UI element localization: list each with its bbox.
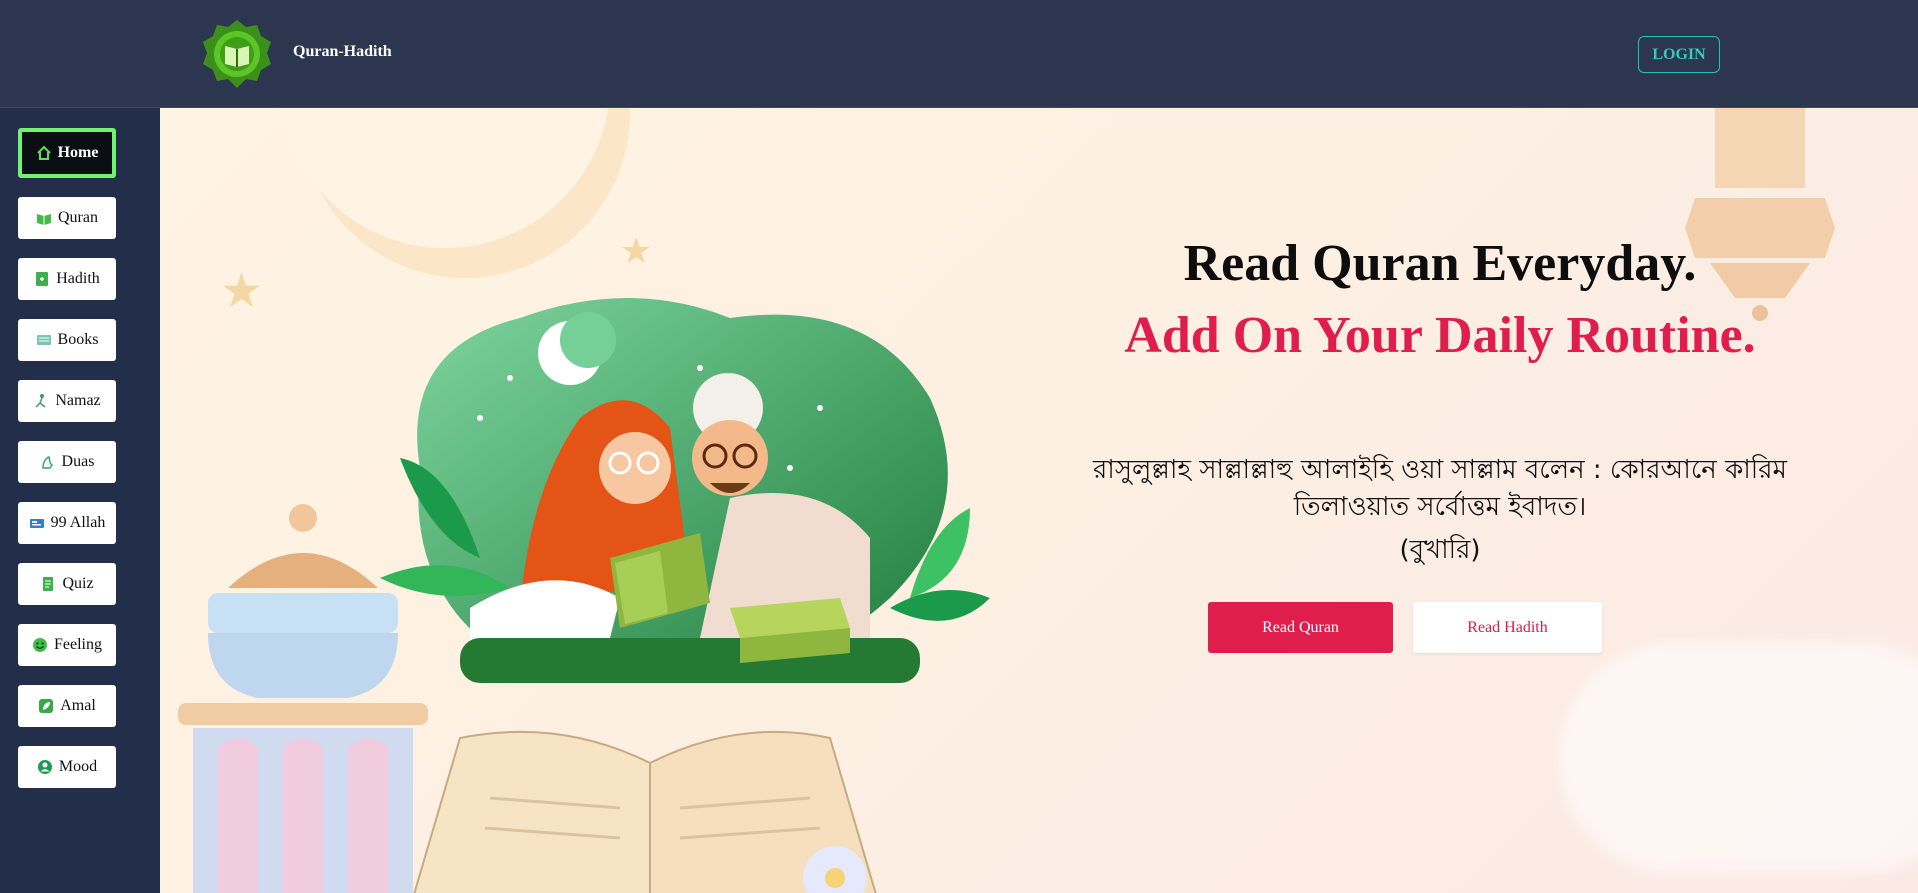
hadith-book-icon xyxy=(36,272,49,286)
sidebar-item-home[interactable]: Home xyxy=(18,128,116,178)
sidebar-item-hadith[interactable]: Hadith xyxy=(18,258,116,300)
top-header: Quran-Hadith LOGIN xyxy=(0,0,1918,108)
read-quran-button[interactable]: Read Quran xyxy=(1208,602,1393,653)
sidebar-item-mood[interactable]: Mood xyxy=(18,746,116,788)
brand-name[interactable]: Quran-Hadith xyxy=(293,43,392,61)
sidebar-item-99-allah[interactable]: 99 Allah xyxy=(18,502,116,544)
sidebar-item-label: Books xyxy=(57,331,99,348)
lantern-decoration xyxy=(1685,108,1835,321)
home-icon xyxy=(36,145,51,160)
sidebar-item-label: 99 Allah xyxy=(50,514,106,531)
sidebar-item-namaz[interactable]: Namaz xyxy=(18,380,116,422)
sidebar-item-label: Namaz xyxy=(55,392,101,409)
books-icon xyxy=(36,335,51,345)
sidebar-item-books[interactable]: Books xyxy=(18,319,116,361)
open-book-decoration xyxy=(413,730,877,893)
user-circle-icon xyxy=(37,760,52,774)
sidebar-item-label: Duas xyxy=(61,453,95,470)
hadith-source: (বুখারি) xyxy=(1399,535,1481,565)
sidebar-item-amal[interactable]: Amal xyxy=(18,685,116,727)
star-decoration: ★ xyxy=(220,265,264,318)
sidebar-item-label: Hadith xyxy=(56,270,100,287)
reading-couple-illustration xyxy=(380,298,990,683)
hero-headline: Read Quran Everyday. xyxy=(1183,235,1697,292)
cloud-decoration xyxy=(1558,643,1918,873)
sidebar-item-quiz[interactable]: Quiz xyxy=(18,563,116,605)
sidebar-item-duas[interactable]: Duas xyxy=(18,441,116,483)
sidebar-item-label: Mood xyxy=(58,758,98,775)
dua-hands-icon xyxy=(41,456,53,469)
sidebar-item-label: Amal xyxy=(60,697,96,714)
hero-subheadline: Add On Your Daily Routine. xyxy=(1124,307,1756,364)
quiz-icon xyxy=(43,577,54,591)
read-hadith-button[interactable]: Read Hadith xyxy=(1413,602,1602,653)
smile-icon xyxy=(33,638,47,652)
sidebar: Home Quran Hadith Books Namaz Duas 99 Al… xyxy=(0,108,160,893)
quran-book-icon[interactable] xyxy=(200,18,274,92)
hero-section: ★ ★ Read Quran Everyday. Add On Your Dai… xyxy=(160,108,1918,893)
sidebar-item-label: Home xyxy=(57,144,99,161)
sidebar-item-feeling[interactable]: Feeling xyxy=(18,624,116,666)
sidebar-item-label: Feeling xyxy=(54,636,102,653)
hadith-quote: রাসুলুল্লাহ সাল্লাল্লাহু আলাইহি ওয়া সাল… xyxy=(1093,455,1787,522)
leaf-icon xyxy=(39,699,54,713)
prayer-icon xyxy=(35,394,46,408)
open-book-icon xyxy=(37,214,51,225)
names-card-icon xyxy=(29,519,44,528)
login-button[interactable]: LOGIN xyxy=(1638,36,1720,73)
sidebar-item-label: Quiz xyxy=(62,575,94,592)
sidebar-item-label: Quran xyxy=(58,209,98,226)
sidebar-item-quran[interactable]: Quran xyxy=(18,197,116,239)
